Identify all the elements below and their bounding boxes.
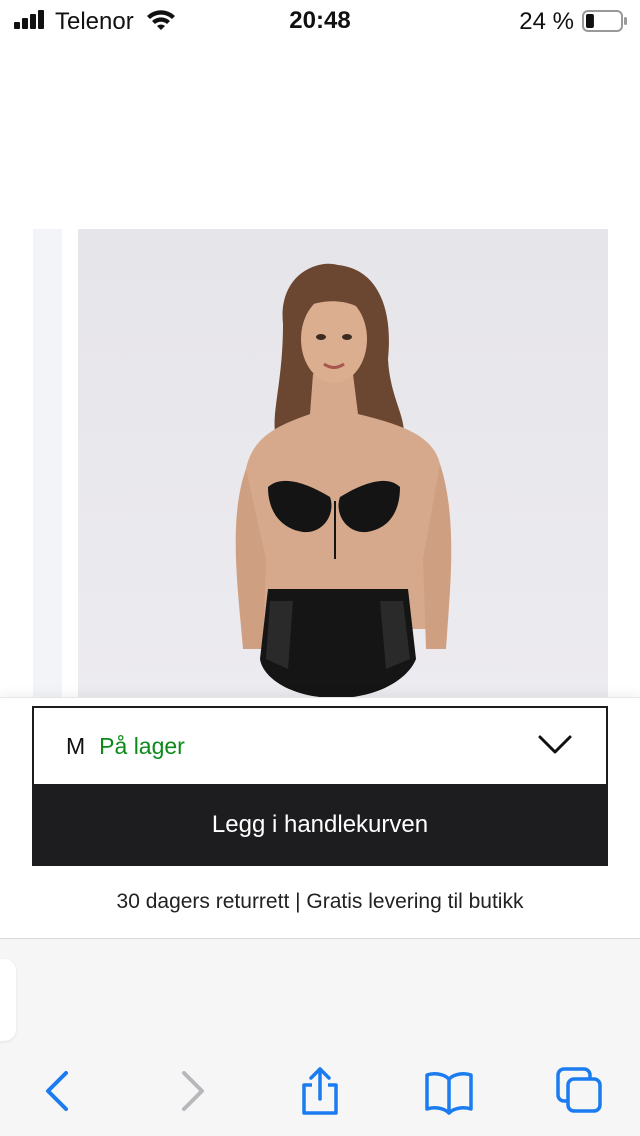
chevron-down-icon: [538, 735, 572, 754]
add-to-cart-button[interactable]: Legg i handlekurven: [32, 784, 608, 866]
purchase-panel: M På lager Legg i handlekurven 30 dagers…: [0, 697, 640, 938]
chevron-left-icon[interactable]: [34, 1067, 82, 1115]
size-select[interactable]: M På lager: [32, 706, 608, 786]
stock-status: På lager: [99, 732, 185, 759]
product-photo[interactable]: [78, 229, 608, 698]
share-icon[interactable]: [296, 1067, 344, 1115]
battery-icon: [582, 10, 627, 32]
status-bar: Telenor 20:48 24 %: [0, 0, 640, 40]
gallery-thumbnail-strip[interactable]: [33, 229, 62, 698]
selected-size: M: [66, 732, 86, 759]
book-icon[interactable]: [425, 1067, 473, 1115]
browser-toolbar: [0, 938, 640, 1136]
tabs-icon[interactable]: [556, 1067, 604, 1115]
side-panel-handle[interactable]: [0, 959, 16, 1041]
chevron-right-icon[interactable]: [168, 1067, 216, 1115]
battery-percent: 24 %: [519, 8, 574, 35]
shipping-return-info: 30 dagers returrett | Gratis levering ti…: [116, 890, 524, 913]
product-photo-illustration: [78, 229, 608, 698]
